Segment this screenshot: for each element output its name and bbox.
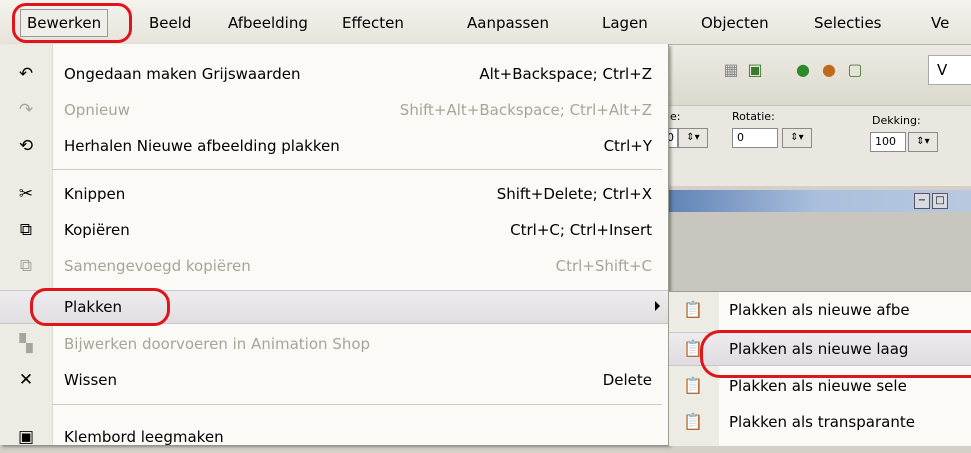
menu-afbeelding-label: Afbeelding — [228, 14, 308, 32]
menu-selecties-label: Selecties — [814, 14, 882, 32]
menu-item-bijwerken-animation-shop[interactable]: ▚ Bijwerken doorvoeren in Animation Shop — [0, 328, 668, 360]
submenu-item-label: Plakken als nieuwe sele — [729, 377, 907, 395]
submenu-item-transparante[interactable]: 📋 Plakken als transparante — [669, 406, 971, 438]
menu-item-shortcut: Delete — [602, 371, 652, 389]
menu-item-label: Plakken — [64, 298, 122, 316]
menu-item-label: Herhalen Nieuwe afbeelding plakken — [64, 137, 340, 155]
menu-item-shortcut: Ctrl+C; Ctrl+Insert — [510, 221, 652, 239]
menu-item-herhalen[interactable]: ⟲ Herhalen Nieuwe afbeelding plakken Ctr… — [0, 130, 668, 162]
dekking-value: 100 — [875, 135, 896, 148]
rotatie-value: 0 — [737, 131, 744, 144]
person-orange-icon[interactable]: ● — [818, 59, 840, 81]
menu-effecten-label: Effecten — [342, 14, 404, 32]
tool-options-bar: e: 0 ⇕▾ Rotatie: 0 ⇕▾ Dekking: 100 ⇕▾ — [660, 105, 971, 186]
menu-item-knippen[interactable]: ✂ Knippen Shift+Delete; Ctrl+X — [0, 178, 668, 210]
menu-aanpassen[interactable]: Aanpassen — [461, 10, 555, 36]
menu-item-label: Opnieuw — [64, 101, 131, 119]
submenu-item-nieuwe-selectie[interactable]: 📋 Plakken als nieuwe sele — [669, 370, 971, 402]
menu-item-label: Samengevoegd kopiëren — [64, 257, 251, 275]
menu-item-label: Knippen — [64, 185, 126, 203]
menu-venster-label: Ve — [931, 14, 950, 32]
submenu-item-label: Plakken als transparante — [729, 413, 915, 431]
menu-bar: Bewerken Beeld Afbeelding Effecten Aanpa… — [0, 0, 971, 45]
layer-icon[interactable]: ▦ — [720, 59, 742, 81]
menu-aanpassen-label: Aanpassen — [467, 14, 550, 32]
menu-selecties[interactable]: Selecties — [808, 10, 888, 36]
paste-new-layer-icon: 📋 — [683, 339, 703, 358]
menu-objecten-label: Objecten — [701, 14, 769, 32]
option-label-1: e: — [670, 110, 681, 123]
dekking-spinner[interactable]: ⇕▾ — [908, 132, 938, 152]
delete-x-icon: ✕ — [18, 370, 34, 390]
rotatie-spinner[interactable]: ⇕▾ — [782, 128, 812, 148]
menu-item-plakken[interactable]: Plakken — [0, 290, 668, 324]
menu-bewerken-label: Bewerken — [27, 14, 102, 32]
submenu-item-nieuwe-laag[interactable]: 📋 Plakken als nieuwe laag — [669, 332, 971, 366]
maximize-icon[interactable]: □ — [932, 193, 948, 209]
menu-item-klembord-leegmaken[interactable]: ▣ Klembord leegmaken — [0, 421, 668, 453]
menu-separator — [52, 169, 662, 170]
menu-item-label: Ongedaan maken Grijswaarden — [64, 65, 301, 83]
toolbar: ▦ ▣ ● ● ▢ V — [660, 45, 971, 105]
menu-item-shortcut: Alt+Backspace; Ctrl+Z — [479, 65, 652, 83]
menu-afbeelding[interactable]: Afbeelding — [222, 10, 314, 36]
copy-merged-icon: ⧉ — [19, 256, 33, 276]
option-label-dekking: Dekking: — [872, 114, 921, 127]
option-label-rotatie: Rotatie: — [732, 110, 775, 123]
menu-item-shortcut: Ctrl+Shift+C — [555, 257, 652, 275]
menu-bewerken[interactable]: Bewerken — [20, 9, 109, 37]
submenu-item-label: Plakken als nieuwe afbe — [729, 301, 910, 319]
menu-item-shortcut: Shift+Delete; Ctrl+X — [496, 185, 652, 203]
menu-item-ongedaan-maken[interactable]: ↶ Ongedaan maken Grijswaarden Alt+Backsp… — [0, 58, 668, 90]
view-dropdown[interactable]: V — [928, 55, 971, 85]
paste-transparent-icon: 📋 — [683, 412, 703, 431]
submenu-arrow-icon — [655, 301, 660, 311]
redo-icon: ↷ — [18, 100, 34, 120]
menu-lagen-label: Lagen — [602, 14, 648, 32]
menu-item-opnieuw[interactable]: ↷ Opnieuw Shift+Alt+Backspace; Ctrl+Alt+… — [0, 94, 668, 126]
menu-item-samengevoegd-kopieren[interactable]: ⧉ Samengevoegd kopiëren Ctrl+Shift+C — [0, 250, 668, 282]
bewerken-dropdown-menu: ↶ Ongedaan maken Grijswaarden Alt+Backsp… — [0, 44, 669, 447]
menu-item-label: Bijwerken doorvoeren in Animation Shop — [64, 335, 371, 353]
plakken-submenu: 📋 Plakken als nieuwe afbe 📋 Plakken als … — [668, 291, 971, 446]
submenu-item-label: Plakken als nieuwe laag — [729, 340, 909, 358]
rotatie-field[interactable]: 0 — [732, 128, 778, 148]
menu-item-shortcut: Shift+Alt+Backspace; Ctrl+Alt+Z — [399, 101, 652, 119]
copy-icon: ⧉ — [19, 220, 33, 240]
undo-icon: ↶ — [18, 64, 34, 84]
picture-icon[interactable]: ▢ — [844, 59, 866, 81]
menu-lagen[interactable]: Lagen — [596, 10, 654, 36]
menu-item-label: Klembord leegmaken — [64, 428, 224, 446]
image-icon[interactable]: ▣ — [744, 59, 766, 81]
menu-venster[interactable]: Ve — [925, 10, 955, 36]
minimize-icon[interactable]: − — [914, 193, 930, 209]
clipboard-clear-icon: ▣ — [17, 427, 35, 447]
menu-item-shortcut: Ctrl+Y — [603, 137, 652, 155]
menu-item-label: Wissen — [64, 371, 118, 389]
paste-new-image-icon: 📋 — [683, 300, 703, 319]
menu-beeld-label: Beeld — [149, 14, 192, 32]
animation-shop-icon: ▚ — [19, 334, 33, 354]
menu-item-label: Kopiëren — [64, 221, 130, 239]
paste-new-selection-icon: 📋 — [683, 376, 703, 395]
palette-titlebar: − □ — [660, 190, 971, 212]
menu-item-kopieren[interactable]: ⧉ Kopiëren Ctrl+C; Ctrl+Insert — [0, 214, 668, 246]
person-icon[interactable]: ● — [792, 59, 814, 81]
option-spinner-1[interactable]: ⇕▾ — [678, 128, 708, 148]
menu-objecten[interactable]: Objecten — [695, 10, 775, 36]
scissors-icon: ✂ — [18, 184, 34, 204]
dekking-field[interactable]: 100 — [870, 132, 906, 152]
submenu-item-nieuwe-afbeelding[interactable]: 📋 Plakken als nieuwe afbe — [669, 294, 971, 326]
menu-item-wissen[interactable]: ✕ Wissen Delete — [0, 364, 668, 396]
menu-beeld[interactable]: Beeld — [143, 10, 197, 36]
menu-separator — [52, 404, 662, 405]
menu-effecten[interactable]: Effecten — [336, 10, 410, 36]
view-dropdown-value: V — [937, 61, 948, 79]
repeat-icon: ⟲ — [18, 136, 34, 156]
